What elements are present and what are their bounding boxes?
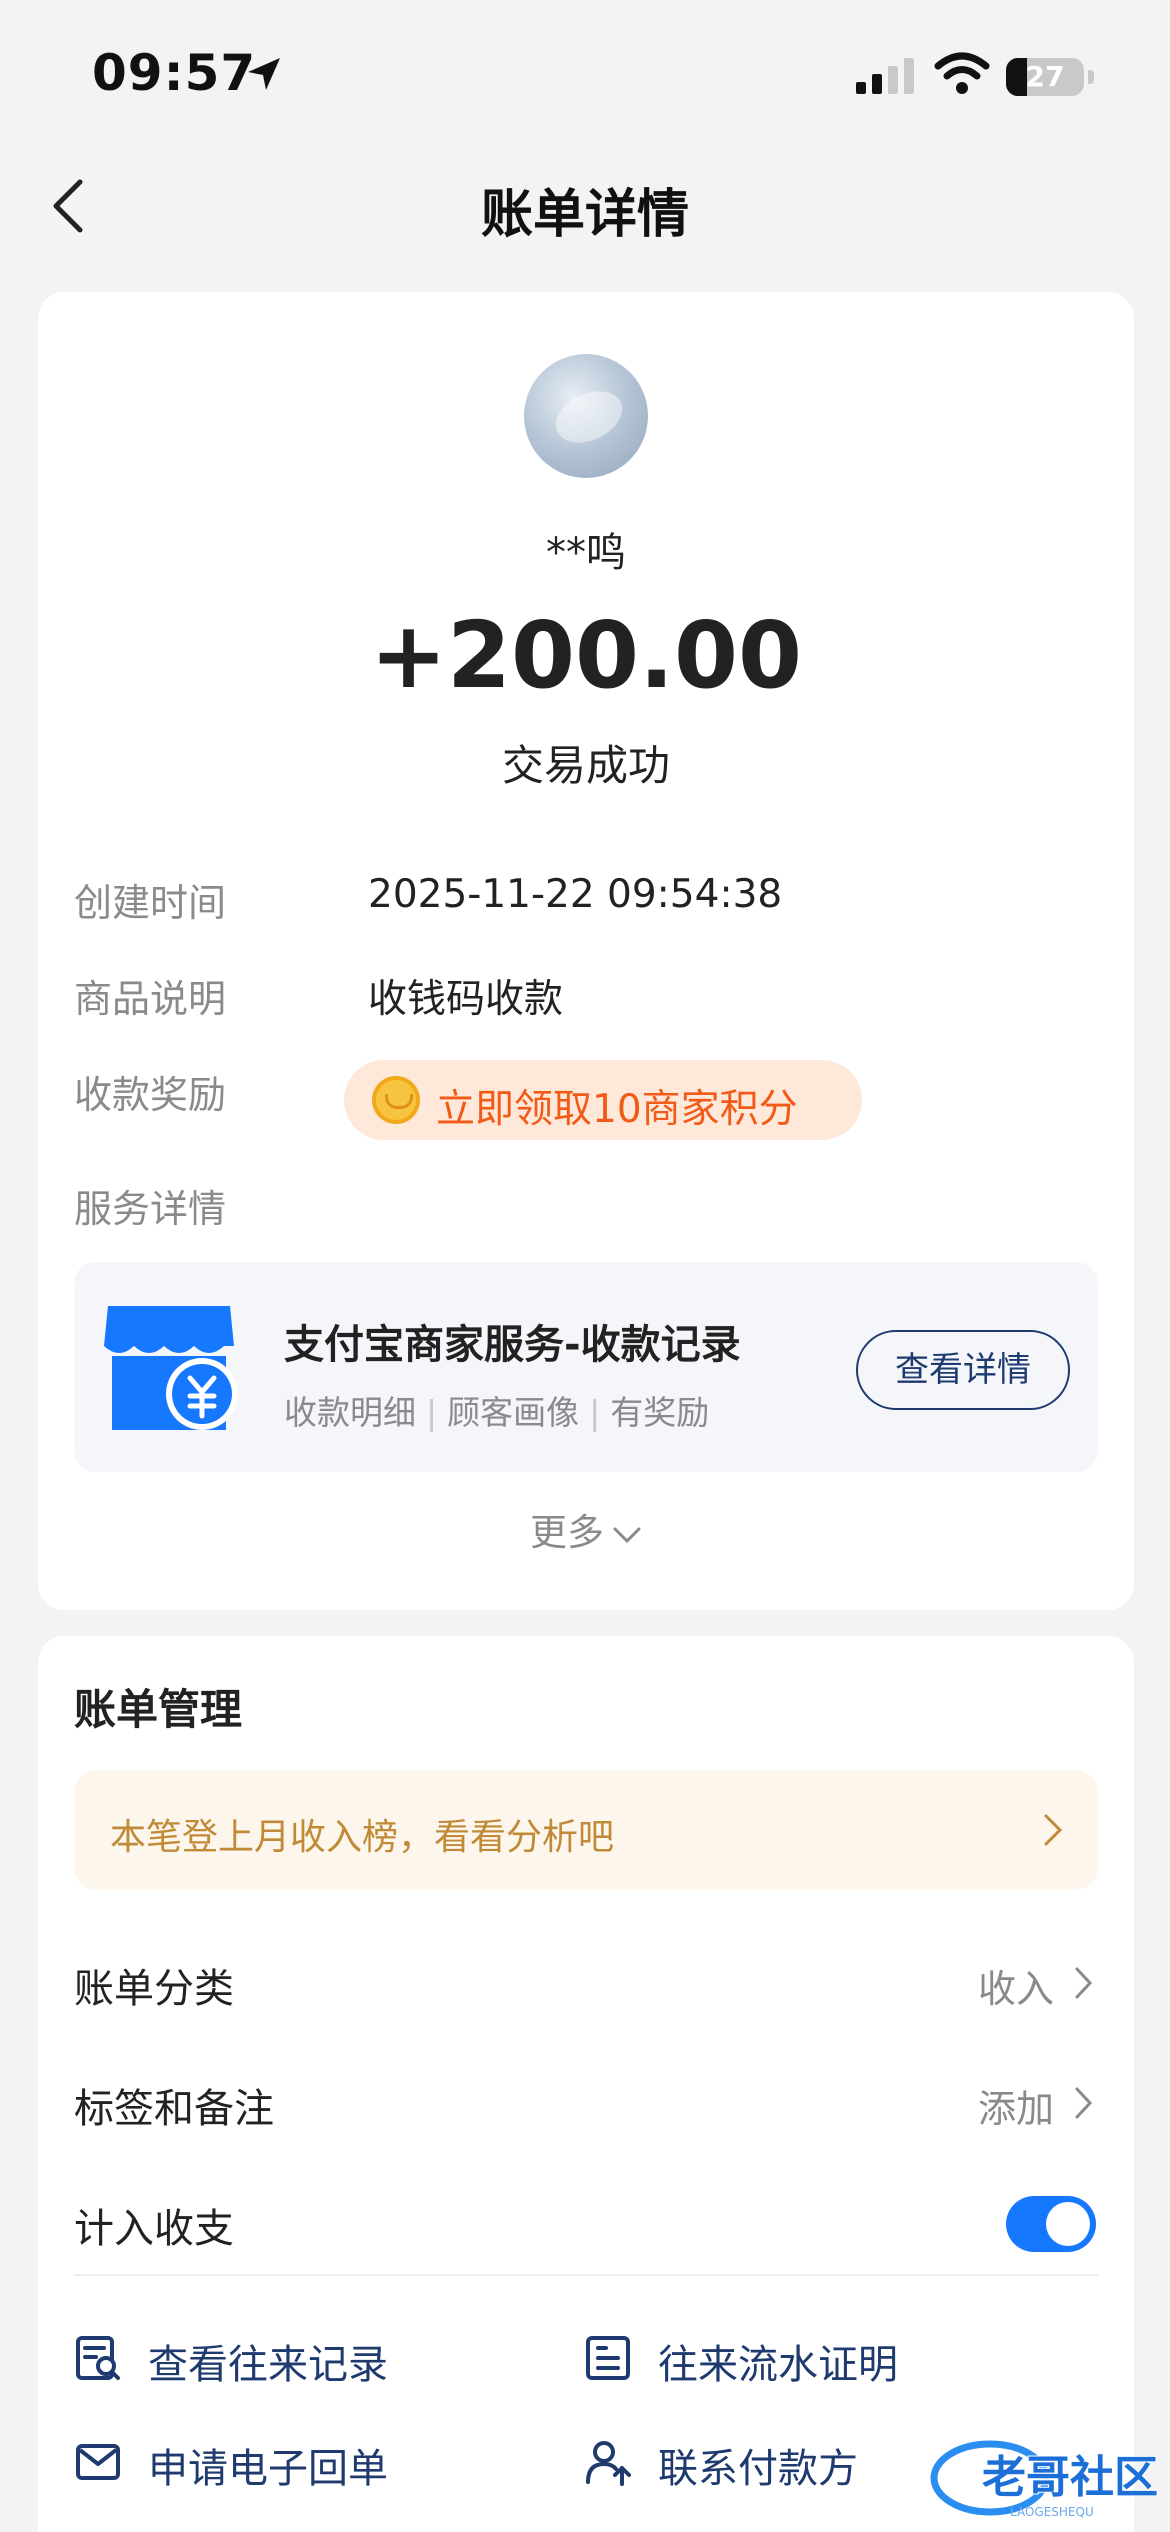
transaction-card: **鸣 +200.00 交易成功 创建时间 2025-11-22 09:54:3… — [38, 292, 1134, 1610]
wifi-icon — [934, 52, 990, 94]
transaction-amount: +200.00 — [369, 602, 803, 709]
claim-reward-text: 立即领取10商家积分 — [436, 1087, 798, 1132]
tags-notes-label: 标签和备注 — [74, 2086, 274, 2132]
watermark-logo: 老哥社区 LAOGESHEQU — [930, 2440, 1159, 2519]
tags-notes-value[interactable]: 添加 — [978, 2078, 1054, 2133]
created-time-value: 2025-11-22 09:54:38 — [368, 872, 783, 917]
payer-avatar[interactable] — [524, 354, 648, 478]
watermark-subtext: LAOGESHEQU — [1010, 2505, 1094, 2519]
product-desc-value: 收钱码收款 — [368, 977, 564, 1022]
contact-person-icon — [586, 2441, 631, 2486]
chevron-down-icon — [613, 1527, 641, 1543]
section-title: 账单管理 — [74, 1685, 243, 1734]
count-in-budget-label: 计入收支 — [74, 2206, 234, 2252]
merchant-store-icon — [104, 1306, 238, 1430]
more-button[interactable]: 更多 — [38, 1502, 1134, 1556]
cellular-signal-icon — [856, 58, 914, 94]
reward-label: 收款奖励 — [74, 1073, 227, 1117]
chevron-right-icon — [1044, 1814, 1063, 1846]
status-bar: 09:57 27 — [0, 0, 1170, 150]
envelope-icon — [76, 2444, 120, 2480]
merchant-service-card[interactable]: 支付宝商家服务-收款记录 收款明细 | 顾客画像 | 有奖励 查看详情 — [74, 1262, 1098, 1472]
claim-reward-button[interactable]: 立即领取10商家积分 — [344, 1060, 862, 1140]
document-icon — [586, 2336, 630, 2380]
view-history-label: 查看往来记录 — [148, 2342, 388, 2388]
page-title: 账单详情 — [480, 185, 689, 245]
view-history-button[interactable]: 查看往来记录 — [74, 2328, 474, 2388]
contact-payer-label: 联系付款方 — [658, 2446, 858, 2492]
battery-icon: 27 — [1006, 58, 1084, 96]
service-tags: 收款明细 | 顾客画像 | 有奖励 — [284, 1393, 710, 1432]
status-time: 09:57 — [92, 44, 257, 102]
transaction-status: 交易成功 — [501, 741, 670, 790]
view-details-button[interactable]: 查看详情 — [856, 1330, 1070, 1410]
battery-level: 27 — [1025, 60, 1065, 93]
watermark-text: 老哥社区 — [982, 2452, 1158, 2503]
record-search-icon — [76, 2336, 120, 2380]
service-tag: 顾客画像 — [447, 1393, 580, 1432]
e-receipt-label: 申请电子回单 — [148, 2446, 388, 2492]
statement-proof-label: 往来流水证明 — [658, 2342, 898, 2388]
statement-proof-button[interactable]: 往来流水证明 — [584, 2328, 984, 2388]
contact-payer-button[interactable]: 联系付款方 — [584, 2432, 984, 2492]
product-desc-label: 商品说明 — [74, 977, 227, 1021]
bill-management-card: 账单管理 本笔登上月收入榜，看看分析吧 账单分类 收入 标签和备注 添加 计入收… — [38, 1636, 1134, 2532]
income-rank-notice[interactable]: 本笔登上月收入榜，看看分析吧 — [74, 1770, 1098, 1890]
payer-name: **鸣 — [546, 530, 626, 576]
category-label: 账单分类 — [74, 1966, 234, 2012]
coin-icon — [372, 1076, 420, 1124]
chevron-right-icon — [1075, 1967, 1093, 1999]
category-value[interactable]: 收入 — [978, 1958, 1054, 2013]
location-arrow-icon — [248, 58, 280, 90]
service-title: 支付宝商家服务-收款记录 — [284, 1322, 741, 1368]
count-in-budget-toggle[interactable] — [1006, 2196, 1096, 2252]
service-tag: 有奖励 — [610, 1393, 710, 1432]
service-tag: 收款明细 — [284, 1393, 416, 1432]
service-detail-label: 服务详情 — [74, 1187, 227, 1231]
more-label: 更多 — [530, 1511, 604, 1554]
battery-tip — [1088, 70, 1094, 84]
divider — [74, 2274, 1098, 2276]
notice-text: 本笔登上月收入榜，看看分析吧 — [110, 1817, 615, 1858]
created-time-label: 创建时间 — [74, 881, 227, 925]
chevron-right-icon — [1075, 2087, 1093, 2119]
e-receipt-button[interactable]: 申请电子回单 — [74, 2432, 474, 2492]
